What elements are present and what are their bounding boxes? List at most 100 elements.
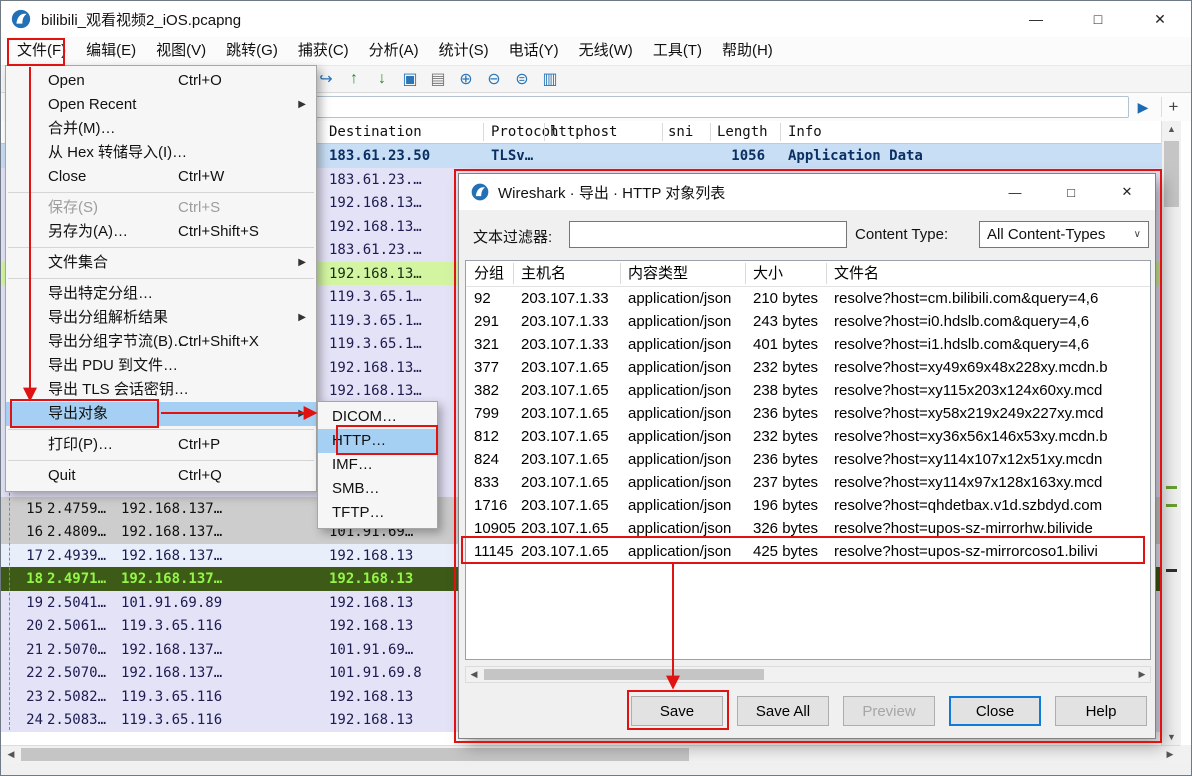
object-row[interactable]: 377 203.107.1.65 application/json 232 bytes… [466, 356, 1150, 379]
help-button[interactable]: Help [1055, 696, 1147, 726]
zoom-original-icon[interactable]: ⊜ [509, 67, 535, 91]
menubar-item-wireless[interactable]: 无线(W) [569, 39, 643, 63]
save-all-button[interactable]: Save All [737, 696, 829, 726]
menubar-item-statistics[interactable]: 统计(S) [429, 39, 499, 63]
column-separator[interactable] [745, 263, 746, 284]
go-top-icon[interactable]: ↑ [341, 67, 367, 91]
column-separator[interactable] [483, 123, 484, 141]
menubar-item-help[interactable]: 帮助(H) [712, 39, 783, 63]
close-button[interactable]: Close [949, 696, 1041, 726]
vertical-scrollbar[interactable]: ▲ ▼ [1161, 121, 1181, 745]
menubar-item-file[interactable]: 文件(F) [7, 39, 76, 63]
file-menu-item-export-tls-session-keys[interactable]: 导出 TLS 会话密钥… [6, 378, 316, 402]
file-menu-item-print[interactable]: 打印(P)… Ctrl+P [6, 433, 316, 457]
column-header-info[interactable]: Info [788, 121, 822, 143]
scroll-left-icon[interactable]: ◀ [3, 746, 19, 763]
autoscroll-icon[interactable]: ▣ [397, 67, 423, 91]
preview-button[interactable]: Preview [843, 696, 935, 726]
apply-filter-icon[interactable]: ▶ [1129, 99, 1157, 116]
horizontal-scrollbar[interactable]: ◀ ▶ [1, 745, 1180, 763]
file-menu-item-export-specified-packets[interactable]: 导出特定分组… [6, 282, 316, 306]
save-button[interactable]: Save [631, 696, 723, 726]
file-menu-item-save[interactable]: 保存(S) Ctrl+S [6, 196, 316, 220]
column-header-destination[interactable]: Destination [329, 121, 422, 143]
object-column-header-4[interactable]: 文件名 [834, 261, 879, 286]
maximize-button[interactable]: □ [1067, 1, 1129, 37]
object-row[interactable]: 833 203.107.1.65 application/json 237 bytes… [466, 471, 1150, 494]
menu-item-label: 导出对象 [48, 405, 109, 422]
object-row[interactable]: 11145 203.107.1.65 application/json 425 byt… [466, 540, 1150, 563]
object-row[interactable]: 321 203.107.1.33 application/json 401 bytes… [466, 333, 1150, 356]
object-table-scroll-thumb[interactable] [484, 669, 764, 680]
export-submenu-item-tftp[interactable]: TFTP… [318, 501, 437, 525]
object-column-header-2[interactable]: 内容类型 [628, 261, 688, 286]
file-menu-item-open-recent[interactable]: Open Recent ▶ [6, 93, 316, 117]
scroll-right-icon[interactable]: ▶ [1134, 667, 1150, 682]
column-separator[interactable] [513, 263, 514, 284]
column-header-sni[interactable]: sni [668, 121, 693, 143]
file-menu-item-save-as[interactable]: 另存为(A)… Ctrl+Shift+S [6, 220, 316, 244]
scroll-right-icon[interactable]: ▶ [1162, 746, 1178, 763]
content-type-select[interactable]: All Content-Types ∨ [979, 221, 1149, 248]
resize-columns-icon[interactable]: ▥ [537, 67, 563, 91]
file-menu-item-export-packet-bytes[interactable]: 导出分组字节流(B)… Ctrl+Shift+X [6, 330, 316, 354]
file-menu-item-export-pdus-to-file[interactable]: 导出 PDU 到文件… [6, 354, 316, 378]
object-row[interactable]: 799 203.107.1.65 application/json 236 bytes… [466, 402, 1150, 425]
dialog-maximize-button[interactable]: □ [1043, 174, 1099, 210]
horizontal-scroll-thumb[interactable] [21, 748, 689, 761]
column-header-length[interactable]: Length [717, 121, 768, 143]
close-button[interactable]: ✕ [1129, 1, 1191, 37]
column-separator[interactable] [544, 123, 545, 141]
object-column-header-1[interactable]: 主机名 [521, 261, 566, 286]
object-table-horizontal-scrollbar[interactable]: ◀ ▶ [465, 666, 1151, 683]
export-submenu-item-smb[interactable]: SMB… [318, 477, 437, 501]
menubar-item-go[interactable]: 跳转(G) [216, 39, 288, 63]
column-separator[interactable] [662, 123, 663, 141]
column-separator[interactable] [620, 263, 621, 284]
object-column-header-0[interactable]: 分组 [474, 261, 504, 286]
file-menu-item-merge[interactable]: 合并(M)… [6, 117, 316, 141]
file-menu-item-open[interactable]: Open Ctrl+O [6, 69, 316, 93]
column-separator[interactable] [780, 123, 781, 141]
menubar-item-analyze[interactable]: 分析(A) [359, 39, 429, 63]
object-row[interactable]: 291 203.107.1.33 application/json 243 bytes… [466, 310, 1150, 333]
file-menu-item-export-objects[interactable]: 导出对象 ▶ [6, 402, 316, 426]
dialog-close-button[interactable]: ✕ [1099, 174, 1155, 210]
go-bottom-icon[interactable]: ↓ [369, 67, 395, 91]
menubar-item-tools[interactable]: 工具(T) [643, 39, 712, 63]
object-row[interactable]: 812 203.107.1.65 application/json 232 bytes… [466, 425, 1150, 448]
column-separator[interactable] [826, 263, 827, 284]
object-row[interactable]: 1716 203.107.1.65 application/json 196 byte… [466, 494, 1150, 517]
colorize-icon[interactable]: ▤ [425, 67, 451, 91]
scroll-down-icon[interactable]: ▼ [1162, 729, 1181, 745]
column-header-protocol[interactable]: Protocol [491, 121, 558, 143]
menubar-item-telephony[interactable]: 电话(Y) [499, 39, 569, 63]
object-row[interactable]: 824 203.107.1.65 application/json 236 bytes… [466, 448, 1150, 471]
file-menu-item-file-set[interactable]: 文件集合 ▶ [6, 251, 316, 275]
export-submenu-item-http[interactable]: HTTP… [318, 429, 437, 453]
zoom-in-icon[interactable]: ⊕ [453, 67, 479, 91]
menubar-item-edit[interactable]: 编辑(E) [76, 39, 146, 63]
file-menu-item-import-hex-dump[interactable]: 从 Hex 转储导入(I)… [6, 141, 316, 165]
export-submenu-item-imf[interactable]: IMF… [318, 453, 437, 477]
menubar-item-capture[interactable]: 捕获(C) [288, 39, 359, 63]
add-filter-button[interactable]: + [1161, 97, 1185, 117]
menubar-item-view[interactable]: 视图(V) [146, 39, 216, 63]
object-column-header-3[interactable]: 大小 [753, 261, 783, 286]
object-row[interactable]: 382 203.107.1.65 application/json 238 bytes… [466, 379, 1150, 402]
minimize-button[interactable]: — [1005, 1, 1067, 37]
export-submenu-item-dicom[interactable]: DICOM… [318, 405, 437, 429]
file-menu-item-export-packet-dissections[interactable]: 导出分组解析结果 ▶ [6, 306, 316, 330]
column-header-httphost[interactable]: httphost [550, 121, 617, 143]
object-row[interactable]: 10905 203.107.1.65 application/json 326 byt… [466, 517, 1150, 540]
zoom-out-icon[interactable]: ⊖ [481, 67, 507, 91]
object-row[interactable]: 92 203.107.1.33 application/json 210 bytes r… [466, 287, 1150, 310]
file-menu-item-close[interactable]: Close Ctrl+W [6, 165, 316, 189]
column-separator[interactable] [710, 123, 711, 141]
scroll-up-icon[interactable]: ▲ [1162, 121, 1181, 137]
scroll-left-icon[interactable]: ◀ [466, 667, 482, 682]
text-filter-input[interactable] [569, 221, 847, 248]
file-menu-item-quit[interactable]: Quit Ctrl+Q [6, 464, 316, 488]
dialog-minimize-button[interactable]: — [987, 174, 1043, 210]
vertical-scroll-thumb[interactable] [1164, 141, 1179, 207]
